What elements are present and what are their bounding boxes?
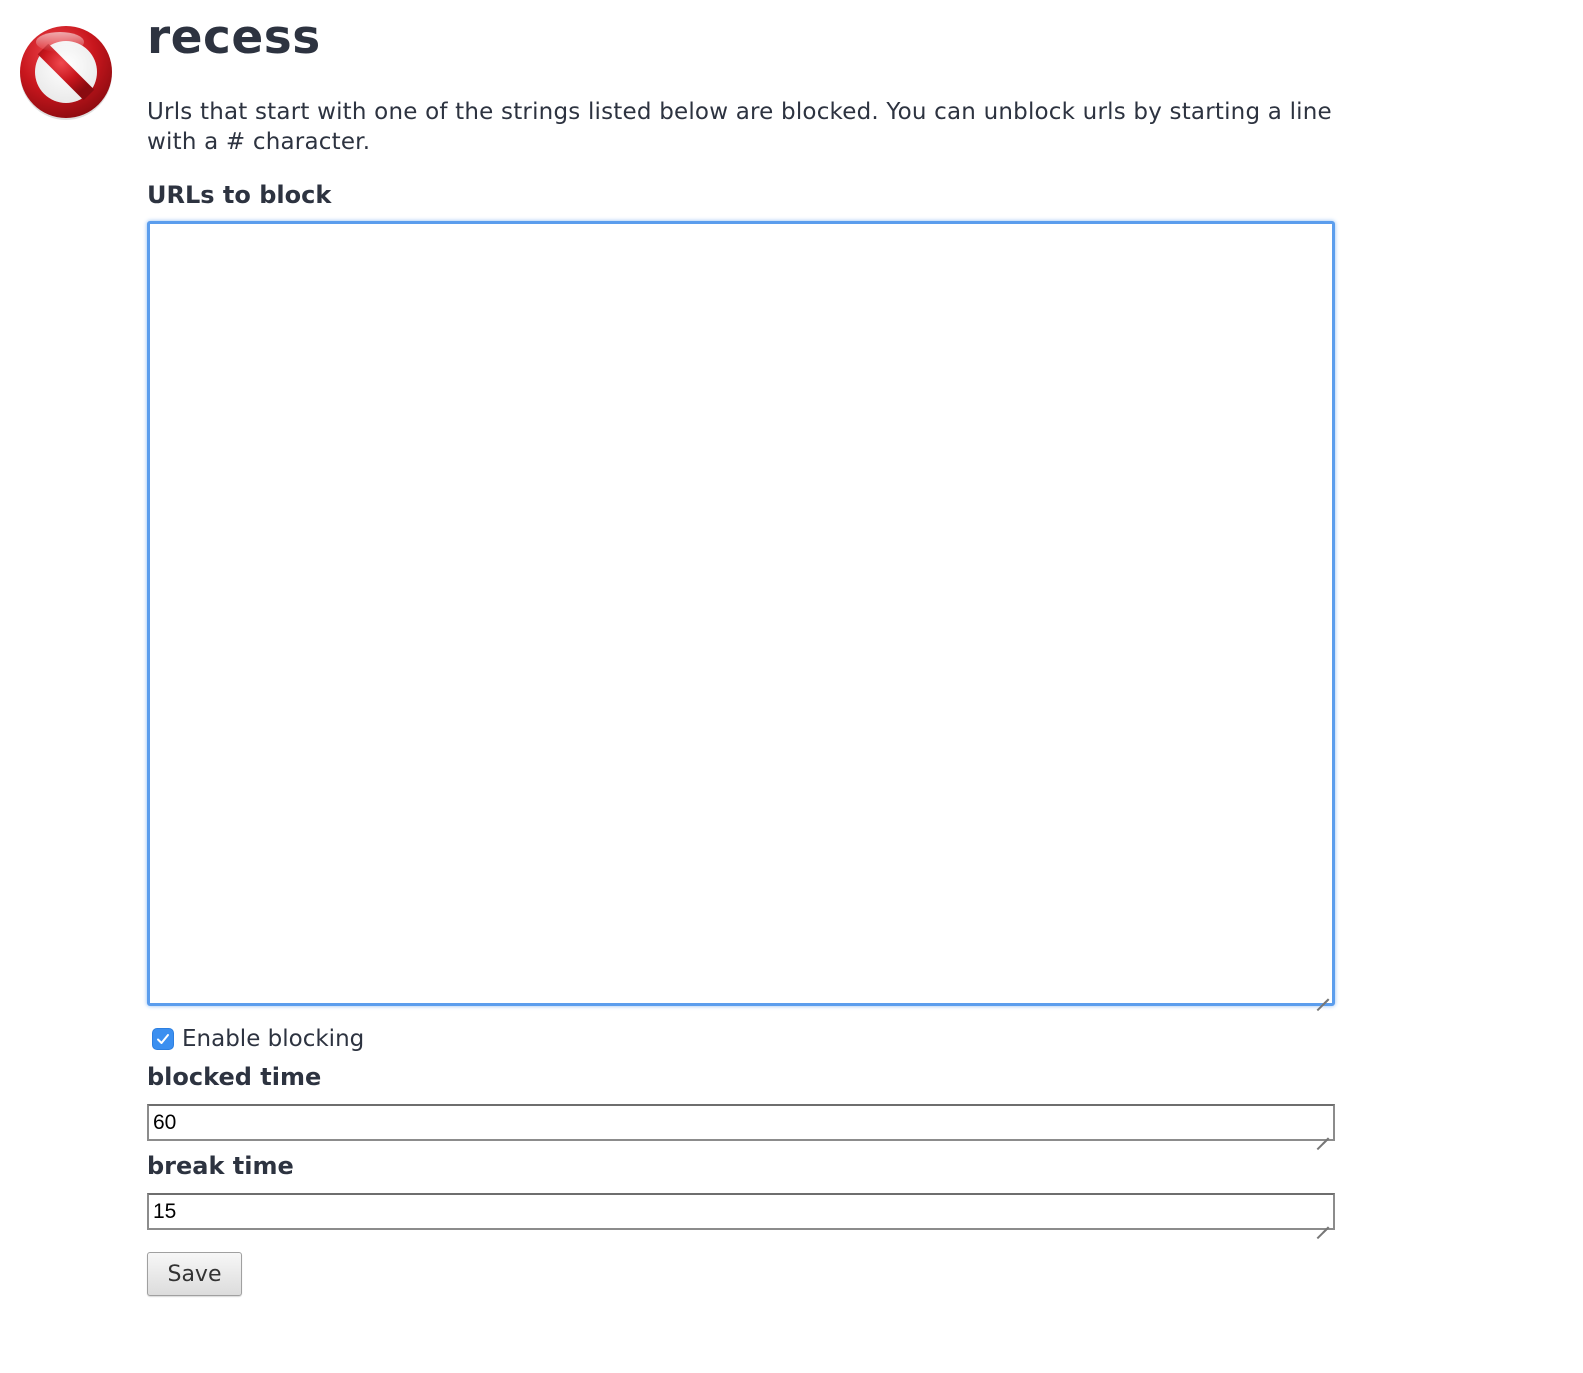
blocked-time-label: blocked time — [147, 1063, 322, 1091]
break-time-label: break time — [147, 1152, 294, 1180]
enable-blocking-label[interactable]: Enable blocking — [182, 1024, 364, 1054]
enable-blocking-row[interactable]: Enable blocking — [152, 1024, 364, 1054]
no-entry-icon — [16, 22, 116, 122]
blocked-time-input[interactable] — [147, 1104, 1335, 1141]
urls-textarea[interactable] — [147, 221, 1335, 1006]
urls-label: URLs to block — [147, 181, 332, 209]
page-title: recess — [147, 10, 321, 65]
description-text: Urls that start with one of the strings … — [147, 99, 1332, 155]
enable-blocking-checkbox[interactable] — [152, 1028, 174, 1050]
break-time-input[interactable] — [147, 1193, 1335, 1230]
checkmark-icon — [157, 1034, 169, 1044]
save-button[interactable]: Save — [147, 1252, 242, 1296]
